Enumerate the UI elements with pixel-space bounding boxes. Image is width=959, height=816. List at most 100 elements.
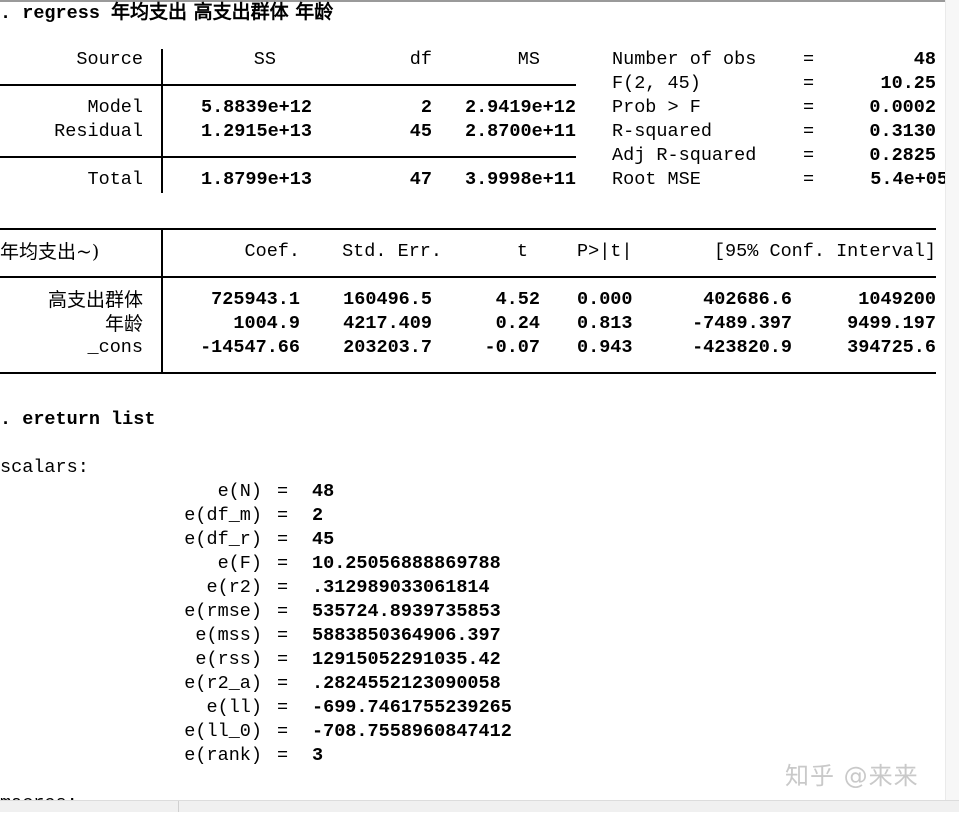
anova-df: 45 (409, 121, 432, 142)
anova-source: Model (87, 97, 143, 118)
coef-ci-high: 394725.6 (847, 337, 936, 358)
coef-header-coef: Coef. (244, 241, 300, 262)
scalar-equals: = (277, 649, 289, 670)
scalar-name: e(ll) (206, 697, 262, 718)
coef-p: 0.000 (577, 289, 633, 310)
anova-source: Total (87, 169, 143, 190)
coef-ci-low: 402686.6 (703, 289, 792, 310)
coef-header-t: t (516, 241, 528, 262)
scalar-name: e(mss) (195, 625, 262, 646)
scalar-value: -699.7461755239265 (312, 697, 512, 718)
anova-ms: 2.9419e+12 (464, 97, 576, 118)
stat-label: R-squared (612, 121, 712, 142)
coef-p: 0.943 (577, 337, 633, 358)
scalar-name: e(rmse) (184, 601, 262, 622)
coef-rule (0, 276, 162, 278)
scalar-value: 45 (312, 529, 335, 550)
scalar-value: 5883850364906.397 (312, 625, 501, 646)
scalar-name: e(rank) (184, 745, 262, 766)
scalar-equals: = (277, 673, 289, 694)
stat-label: Number of obs (612, 49, 757, 70)
status-bar-divider (178, 801, 179, 812)
coef-value: -14547.66 (200, 337, 300, 358)
coef-rule (162, 372, 936, 374)
stat-value: 5.4e+05 (870, 169, 948, 190)
scalar-equals: = (277, 529, 289, 550)
scalar-value: 3 (312, 745, 324, 766)
vertical-scrollbar[interactable] (945, 0, 959, 800)
command-args: 年均支出 高支出群体 年龄 (111, 1, 334, 23)
scalar-equals: = (277, 697, 289, 718)
stat-equals: = (803, 97, 815, 118)
ereturn-command-line: . ereturn list (0, 408, 155, 432)
scalar-value: 48 (312, 481, 335, 502)
coef-t: -0.07 (484, 337, 540, 358)
coef-rule (162, 276, 936, 278)
coef-value: 725943.1 (211, 289, 300, 310)
coef-var: 高支出群体 (47, 289, 143, 311)
regress-command-line: . regress 年均支出 高支出群体 年龄 (0, 0, 333, 26)
scalar-equals: = (277, 601, 289, 622)
anova-header-ss: SS (253, 49, 276, 70)
coef-ci-high: 9499.197 (847, 313, 936, 334)
coef-header-ci: [95% Conf. Interval] (713, 241, 936, 262)
scalars-heading: scalars: (0, 457, 89, 478)
scalar-value: -708.7558960847412 (312, 721, 512, 742)
stat-value: 0.3130 (869, 121, 936, 142)
coef-var: 年龄 (104, 313, 143, 335)
stat-equals: = (803, 73, 815, 94)
stat-label: F(2, 45) (612, 73, 701, 94)
command-prompt: . (0, 409, 12, 430)
coef-var: _cons (87, 337, 143, 358)
anova-ms: 2.8700e+11 (464, 121, 576, 142)
scalar-equals: = (277, 505, 289, 526)
coef-rule (162, 228, 936, 230)
anova-rule (0, 84, 162, 86)
stat-value: 0.0002 (869, 97, 936, 118)
coef-ci-low: -7489.397 (692, 313, 792, 334)
scalar-name: e(ll_0) (184, 721, 262, 742)
coef-se: 4217.409 (343, 313, 432, 334)
scalar-name: e(df_r) (184, 529, 262, 550)
stat-value: 0.2825 (869, 145, 936, 166)
stat-equals: = (803, 121, 815, 142)
scalar-name: e(r2_a) (184, 673, 262, 694)
anova-df: 47 (409, 169, 432, 190)
scalar-value: 535724.8939735853 (312, 601, 501, 622)
coef-ci-high: 1049200 (858, 289, 936, 310)
anova-ms: 3.9998e+11 (464, 169, 576, 190)
anova-rule (0, 156, 162, 158)
coef-t: 4.52 (495, 289, 540, 310)
anova-header-ms: MS (517, 49, 540, 70)
stat-label: Adj R-squared (612, 145, 757, 166)
coef-header-p: P>|t| (577, 241, 633, 262)
scalar-name: e(df_m) (184, 505, 262, 526)
coef-ci-low: -423820.9 (692, 337, 792, 358)
stat-value: 10.25 (880, 73, 936, 94)
stat-equals: = (803, 145, 815, 166)
anova-ss: 1.8799e+13 (200, 169, 312, 190)
scalar-value: 12915052291035.42 (312, 649, 501, 670)
scalar-name: e(F) (217, 553, 262, 574)
scalar-value: 10.25056888869788 (312, 553, 501, 574)
stat-value: 48 (913, 49, 936, 70)
command-prompt: . (0, 3, 12, 24)
coef-p: 0.813 (577, 313, 633, 334)
anova-rule (162, 156, 576, 158)
scalar-equals: = (277, 481, 289, 502)
anova-ss: 1.2915e+13 (200, 121, 312, 142)
coef-se: 203203.7 (343, 337, 432, 358)
stat-equals: = (803, 49, 815, 70)
anova-df: 2 (420, 97, 432, 118)
anova-ss: 5.8839e+12 (200, 97, 312, 118)
anova-rule (162, 84, 576, 86)
scalar-name: e(rss) (195, 649, 262, 670)
scalar-equals: = (277, 745, 289, 766)
scalar-value: .2824552123090058 (312, 673, 501, 694)
coef-value: 1004.9 (233, 313, 300, 334)
anova-header-df: df (409, 49, 432, 70)
command-name: ereturn list (22, 409, 156, 430)
scalar-value: .312989033061814 (312, 577, 490, 598)
scalar-equals: = (277, 721, 289, 742)
coef-rule (0, 228, 162, 230)
